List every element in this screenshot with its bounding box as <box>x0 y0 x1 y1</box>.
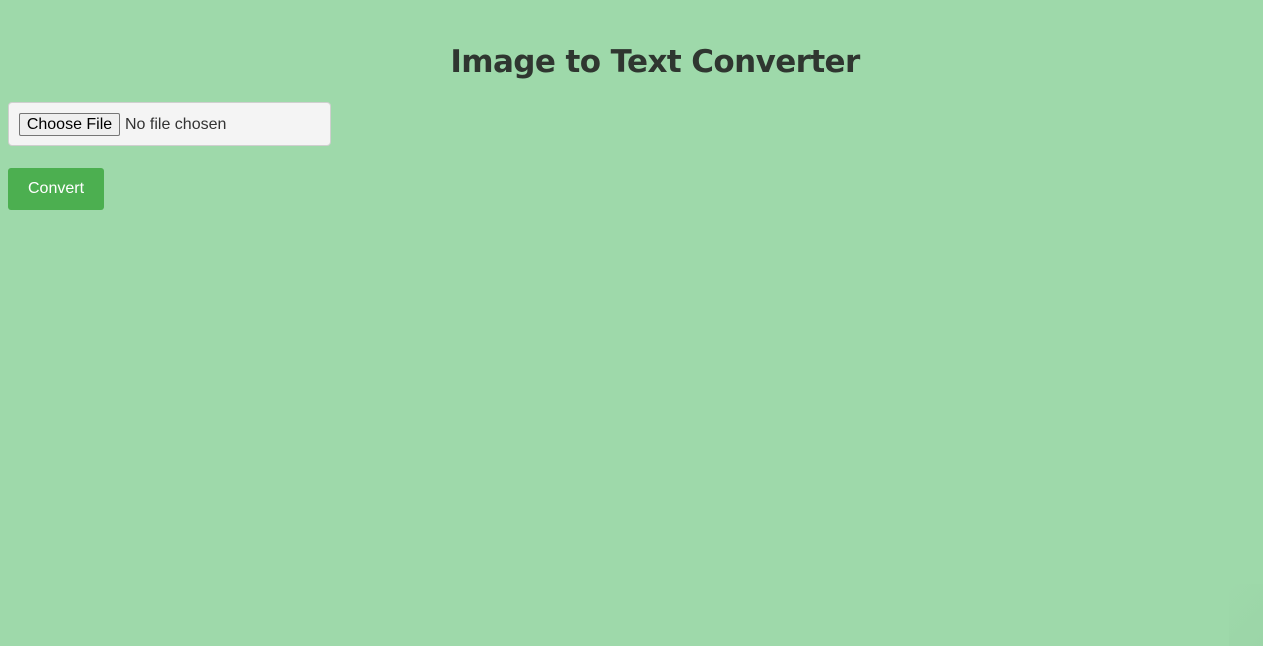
file-input-container: Choose File No file chosen <box>8 102 331 146</box>
page: Image to Text Converter Choose File No f… <box>0 0 1263 646</box>
page-title: Image to Text Converter <box>450 44 860 80</box>
corner-shade <box>1229 584 1263 646</box>
choose-file-button[interactable]: Choose File <box>19 113 120 136</box>
file-status-text: No file chosen <box>125 116 227 133</box>
convert-button[interactable]: Convert <box>8 168 104 210</box>
